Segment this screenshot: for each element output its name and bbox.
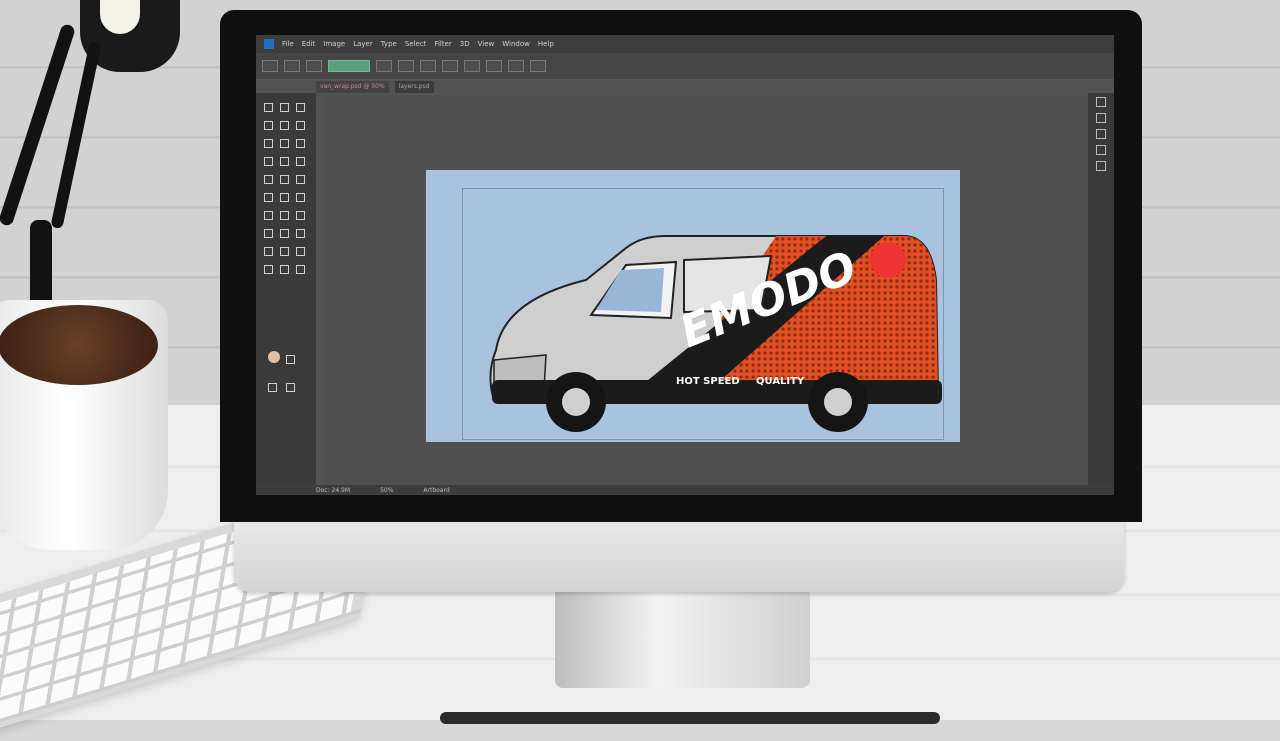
menu-3d[interactable]: 3D	[460, 40, 470, 48]
monitor-base	[440, 712, 940, 724]
screen-mode-icon[interactable]	[286, 383, 295, 392]
hand-tool-icon[interactable]	[280, 211, 289, 220]
status-bar: Doc: 24.9M 50% Artboard	[256, 485, 1114, 495]
extra-tool-icon[interactable]	[264, 229, 273, 238]
gradient-tool-icon[interactable]	[264, 175, 273, 184]
menu-bar: File Edit Image Layer Type Select Filter…	[256, 35, 1114, 53]
tools-panel	[256, 93, 316, 485]
monitor-stand	[555, 588, 810, 688]
van-tagline-text: HOT SPEED	[676, 376, 740, 387]
eyedropper-tool-icon[interactable]	[264, 139, 273, 148]
document-canvas[interactable]: EMODO HOT SPEED QUALITY	[426, 170, 960, 442]
menu-layer[interactable]: Layer	[353, 40, 373, 48]
option-button[interactable]	[530, 60, 546, 72]
eraser-tool-icon[interactable]	[296, 157, 305, 166]
app-logo-icon[interactable]	[264, 39, 274, 49]
extra-tool-icon[interactable]	[296, 229, 305, 238]
document-tabs: van_wrap.psd @ 50% layers.psd	[316, 81, 434, 93]
menu-view[interactable]: View	[478, 40, 495, 48]
zoom-tool-icon[interactable]	[296, 211, 305, 220]
brush-tool-icon[interactable]	[296, 139, 305, 148]
option-button[interactable]	[306, 60, 322, 72]
extra-tool-icon[interactable]	[296, 247, 305, 256]
option-button[interactable]	[508, 60, 524, 72]
van-illustration: EMODO HOT SPEED QUALITY	[489, 235, 942, 432]
monitor-screen: File Edit Image Layer Type Select Filter…	[256, 35, 1114, 495]
monitor-chin	[234, 520, 1124, 592]
move-tool-icon[interactable]	[264, 103, 273, 112]
option-button[interactable]	[262, 60, 278, 72]
heal-tool-icon[interactable]	[280, 139, 289, 148]
pen-tool-icon[interactable]	[264, 193, 273, 202]
option-button[interactable]	[486, 60, 502, 72]
panel-properties-icon[interactable]	[1096, 145, 1106, 155]
blur-tool-icon[interactable]	[280, 175, 289, 184]
panel-adjust-icon[interactable]	[1096, 129, 1106, 139]
menu-window[interactable]: Window	[502, 40, 530, 48]
option-active-field[interactable]	[328, 60, 370, 72]
right-panel-dock	[1088, 93, 1114, 485]
foreground-color-swatch[interactable]	[268, 351, 280, 363]
stamp-tool-icon[interactable]	[264, 157, 273, 166]
menu-file[interactable]: File	[282, 40, 294, 48]
status-zoom: 50%	[380, 486, 394, 494]
quick-mask-icon[interactable]	[286, 355, 295, 364]
option-button[interactable]	[398, 60, 414, 72]
path-select-tool-icon[interactable]	[296, 193, 305, 202]
shape-tool-icon[interactable]	[264, 211, 273, 220]
tab-document-2[interactable]: layers.psd	[394, 81, 434, 93]
type-tool-icon[interactable]	[280, 193, 289, 202]
tab-document-active[interactable]: van_wrap.psd @ 50%	[316, 81, 389, 93]
van-sub-text: QUALITY	[756, 376, 805, 387]
quick-select-tool-icon[interactable]	[280, 121, 289, 130]
panel-history-icon[interactable]	[1096, 97, 1106, 107]
status-doc-size: Doc: 24.9M	[316, 486, 351, 494]
crop-tool-icon[interactable]	[296, 121, 305, 130]
options-bar	[256, 53, 1114, 79]
menu-edit[interactable]: Edit	[302, 40, 316, 48]
option-button[interactable]	[284, 60, 300, 72]
option-button[interactable]	[376, 60, 392, 72]
menu-image[interactable]: Image	[323, 40, 345, 48]
menu-type[interactable]: Type	[381, 40, 397, 48]
extra-tool-icon[interactable]	[264, 247, 273, 256]
extra-tool-icon[interactable]	[280, 229, 289, 238]
option-button[interactable]	[464, 60, 480, 72]
extra-tool-icon[interactable]	[296, 265, 305, 274]
extra-tool-icon[interactable]	[264, 265, 273, 274]
artboard-tool-icon[interactable]	[280, 103, 289, 112]
extra-tool-icon[interactable]	[280, 265, 289, 274]
marquee-tool-icon[interactable]	[296, 103, 305, 112]
option-button[interactable]	[442, 60, 458, 72]
menu-help[interactable]: Help	[538, 40, 554, 48]
menu-select[interactable]: Select	[405, 40, 427, 48]
panel-layers-icon[interactable]	[1096, 113, 1106, 123]
menu-filter[interactable]: Filter	[434, 40, 451, 48]
panel-channels-icon[interactable]	[1096, 161, 1106, 171]
screen-mode-icon[interactable]	[268, 383, 277, 392]
dodge-tool-icon[interactable]	[296, 175, 305, 184]
option-button[interactable]	[420, 60, 436, 72]
extra-tool-icon[interactable]	[280, 247, 289, 256]
lasso-tool-icon[interactable]	[264, 121, 273, 130]
history-brush-tool-icon[interactable]	[280, 157, 289, 166]
status-info: Artboard	[423, 486, 450, 494]
plant-soil	[0, 305, 158, 385]
